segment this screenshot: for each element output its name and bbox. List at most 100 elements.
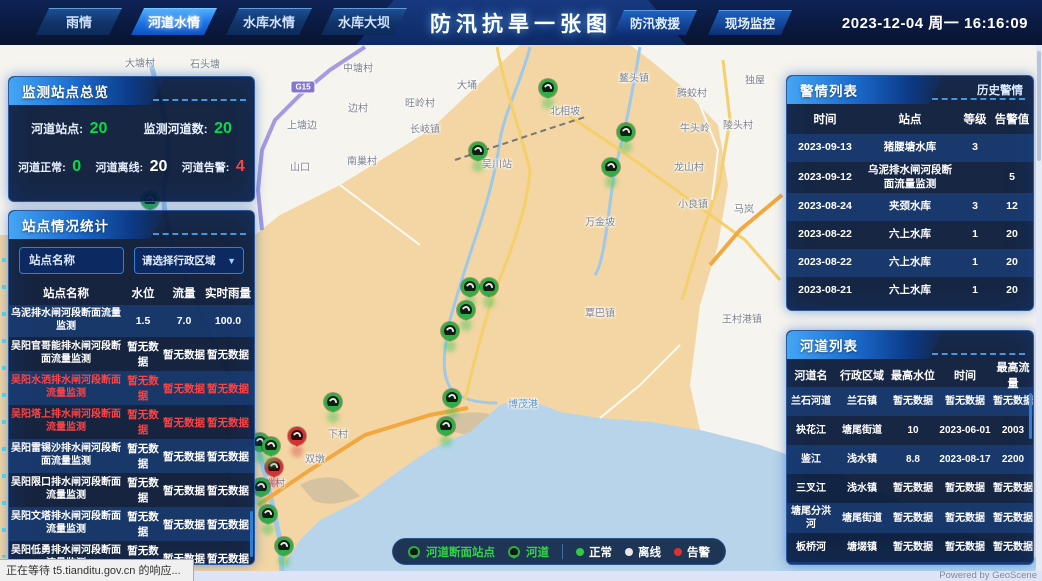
stat-value: 20 (214, 120, 232, 137)
alert-level-cell: 3 (957, 200, 993, 214)
tab-label: 水库水情 (243, 12, 295, 31)
river-pin-icon (508, 546, 520, 558)
map-marker-green-pin[interactable] (324, 393, 342, 411)
stat-item: 河道站点: 20 (31, 120, 107, 138)
alert-row[interactable]: 2023-08-21 六上水库 1 20 (787, 277, 1033, 305)
rainfall-cell: 暂无数据 (205, 381, 251, 396)
river-table-scrollbar[interactable] (1029, 393, 1032, 439)
map-marker-green-pin[interactable] (437, 417, 455, 435)
map-place-label: 山口 (290, 159, 310, 174)
station-name-cell: 吴阳限口排水闸河段断面流量监测 (9, 477, 123, 503)
station-name-input[interactable] (19, 247, 124, 274)
river-cell: 8.8 (889, 453, 937, 466)
map-place-label: 下村 (328, 426, 348, 441)
map-marker-green-pin[interactable] (443, 389, 461, 407)
river-row[interactable]: 塘缀河塘缀镇暂无数据暂无数据暂无数据 (787, 562, 1033, 565)
map-marker-green-pin[interactable] (602, 158, 620, 176)
stat-item: 河道正常: 0 (18, 158, 81, 176)
station-row[interactable]: 吴阳雷锡沙排水闸河段断面流量监测 暂无数据 暂无数据 暂无数据 (9, 439, 254, 473)
tab-2[interactable]: 水库水情 (226, 8, 312, 35)
river-cell: 暂无数据 (889, 541, 937, 554)
status-label: 离线 (638, 544, 661, 560)
tab-3[interactable]: 水库大坝 (321, 8, 407, 35)
water-level-cell: 暂无数据 (123, 441, 163, 471)
river-cell: 2023-08-17 (937, 453, 993, 466)
alert-row[interactable]: 2023-08-24 夹颈水库 3 12 (787, 193, 1033, 221)
alert-row[interactable]: 2023-08-22 六上水库 1 20 (787, 249, 1033, 277)
stat-value: 4 (236, 158, 245, 175)
alert-time-cell: 2023-08-22 (787, 256, 863, 270)
station-row[interactable]: 乌泥排水闸河段断面流量监测 1.5 7.0 100.0 (9, 305, 254, 337)
stat-item: 监测河道数: 20 (144, 120, 232, 138)
legend-status: 告警 (674, 544, 710, 560)
station-row[interactable]: 吴阳官哥能排水闸河段断面流量监测 暂无数据 暂无数据 暂无数据 (9, 337, 254, 371)
page-title: 防汛抗旱一张图 (430, 8, 612, 38)
legend-item: 河道断面站点 (408, 544, 495, 560)
flow-cell: 7.0 (163, 315, 205, 327)
map-marker-green-pin[interactable] (262, 437, 280, 455)
alert-row[interactable]: 2023-08-22 六上水库 1 20 (787, 221, 1033, 249)
alert-level-cell: 3 (957, 141, 993, 155)
map-marker-green-pin[interactable] (480, 278, 498, 296)
map-marker-green-pin[interactable] (457, 301, 475, 319)
map-place-label: 吴川站 (482, 156, 512, 171)
map-marker-green-pin[interactable] (617, 123, 635, 141)
history-alerts-link[interactable]: 历史警情 (977, 76, 1023, 104)
alert-row[interactable]: 2023-09-13 猪腰塘水库 3 (787, 134, 1033, 162)
map-marker-green-pin[interactable] (275, 537, 293, 555)
map-marker-red-pin[interactable] (288, 427, 306, 445)
tab-1[interactable]: 河道水情 (131, 8, 217, 35)
river-row[interactable]: 塘尾分洪河塘尾街道暂无数据暂无数据暂无数据 (787, 503, 1033, 533)
legend-item: 河道 (508, 544, 549, 560)
map-place-label: 王村港镇 (722, 311, 762, 326)
alert-value-cell: 20 (993, 228, 1031, 242)
station-name-cell: 吴阳文塔排水闸河段断面流量监测 (9, 511, 123, 537)
river-row[interactable]: 三叉江浅水镇暂无数据暂无数据暂无数据 (787, 474, 1033, 503)
column-header: 时间 (937, 367, 993, 383)
map-marker-green-pin[interactable] (469, 142, 487, 160)
map-place-label: 北相坡 (550, 103, 580, 118)
scrollbar-thumb[interactable] (1037, 51, 1041, 161)
map-place-label: 独屋 (745, 72, 765, 87)
header-button-1[interactable]: 现场监控 (708, 10, 792, 35)
panel-header: 监测站点总览 (9, 77, 254, 105)
stat-item: 河道离线: 20 (96, 158, 168, 176)
header-button-0[interactable]: 防汛救援 (613, 10, 697, 35)
map-place-label: 龙山村 (674, 159, 704, 174)
river-row[interactable]: 板桥河塘㙍镇暂无数据暂无数据暂无数据 (787, 533, 1033, 562)
river-row[interactable]: 鉴江浅水镇8.82023-08-172200 (787, 445, 1033, 474)
alert-time-cell: 2023-08-21 (787, 284, 863, 298)
river-cell: 塘㙍镇 (835, 541, 889, 554)
map-place-label: 中塘村 (343, 60, 373, 75)
column-header: 最高流量 (993, 359, 1033, 391)
active-tab-pointer-icon (169, 0, 179, 11)
browser-scrollbar[interactable] (1036, 45, 1042, 581)
river-cell: 暂无数据 (937, 395, 993, 408)
map-marker-green-pin[interactable] (441, 322, 459, 340)
river-cell: 暂无数据 (993, 482, 1033, 495)
legend-label: 河道断面站点 (426, 544, 495, 560)
column-header: 水位 (123, 285, 163, 301)
station-row[interactable]: 吴阳水洒排水闸河段断面流量监测 暂无数据 暂无数据 暂无数据 (9, 371, 254, 405)
station-row[interactable]: 吴阳塔上排水闸河段断面流量监测 暂无数据 暂无数据 暂无数据 (9, 405, 254, 439)
river-cell: 兰石河道 (787, 395, 835, 408)
panel-header: 警情列表 历史警情 (787, 76, 1033, 104)
map-marker-green-pin[interactable] (259, 505, 277, 523)
river-row[interactable]: 兰石河道兰石镇暂无数据暂无数据暂无数据 (787, 387, 1033, 416)
tab-0[interactable]: 雨情 (36, 8, 122, 35)
map-marker-green-pin[interactable] (539, 79, 557, 97)
station-table-scrollbar[interactable] (250, 511, 253, 557)
station-row[interactable]: 吴阳限口排水闸河段断面流量监测 暂无数据 暂无数据 暂无数据 (9, 473, 254, 507)
map-marker-green-pin[interactable] (461, 278, 479, 296)
river-row[interactable]: 袂花江塘尾街道102023-06-012003 (787, 416, 1033, 445)
alert-row[interactable]: 2023-09-12 乌泥排水闸河段断面流量监测 5 (787, 162, 1033, 193)
map-place-label: 长岐镇 (410, 121, 440, 136)
chevron-down-icon: ▼ (227, 256, 236, 266)
datetime-display: 2023-12-04 周一 16:16:09 (842, 0, 1028, 45)
region-select[interactable]: 请选择行政区域 ▼ (134, 247, 244, 274)
alert-level-cell: 1 (957, 256, 993, 270)
river-cell: 2003 (993, 424, 1033, 437)
flow-cell: 暂无数据 (163, 415, 205, 430)
station-row[interactable]: 吴阳文塔排水闸河段断面流量监测 暂无数据 暂无数据 暂无数据 (9, 507, 254, 541)
map-place-label: 牛头岭 (680, 120, 710, 135)
